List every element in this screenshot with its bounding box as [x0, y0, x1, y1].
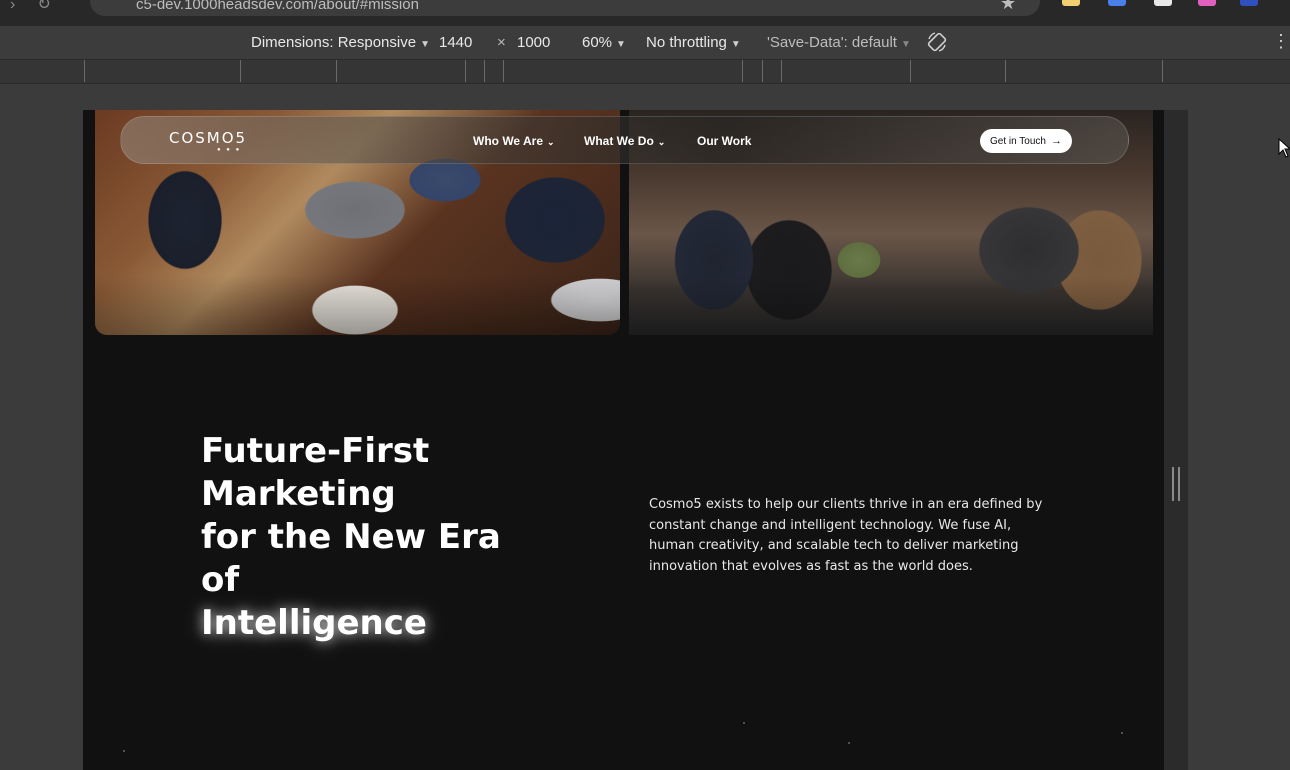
height-input[interactable]: 1000 — [517, 34, 550, 51]
dimensions-dropdown[interactable]: Dimensions: Responsive ▼ — [251, 34, 430, 51]
width-input[interactable]: 1440 — [439, 34, 472, 51]
mouse-cursor-icon — [1278, 138, 1290, 158]
bookmark-star-icon[interactable]: ★ — [1000, 0, 1016, 14]
ruler-tick — [465, 60, 466, 82]
star-dot — [848, 742, 850, 744]
star-dot — [743, 722, 745, 724]
caret-down-icon: ▼ — [900, 39, 911, 50]
url-text[interactable]: c5-dev.1000headsdev.com/about/#mission — [136, 0, 419, 13]
dimensions-label: Dimensions: Responsive — [251, 34, 417, 51]
nav-who-we-are-label: Who We Are — [473, 134, 544, 148]
headline-line: for the New Era — [201, 517, 501, 557]
caret-down-icon: ▼ — [730, 39, 741, 50]
ruler-tick — [240, 60, 241, 82]
logo-dots-icon: ● ● ● — [217, 147, 242, 153]
headline-line: Marketing — [201, 474, 396, 514]
caret-down-icon: ▼ — [420, 39, 430, 50]
star-dot — [123, 750, 125, 752]
nav-who-we-are[interactable]: Who We Are ⌄ — [473, 134, 555, 148]
star-dot — [1121, 732, 1123, 734]
extension-icon[interactable] — [1198, 0, 1216, 6]
ruler-tick — [336, 60, 337, 82]
ruler-tick — [742, 60, 743, 82]
times-icon: × — [497, 34, 506, 51]
device-toolbar: Dimensions: Responsive ▼ 1440 × 1000 60% ▼… — [0, 26, 1290, 60]
ruler-tick — [1162, 60, 1163, 82]
chevron-down-icon: ⌄ — [547, 137, 555, 147]
ruler-tick — [84, 60, 85, 82]
save-data-label: 'Save-Data': default — [767, 34, 897, 51]
throttling-label: No throttling — [646, 34, 727, 51]
hero-body-text: Cosmo5 exists to help our clients thrive… — [649, 497, 1043, 574]
extension-icon[interactable] — [1062, 0, 1080, 6]
throttling-dropdown[interactable]: No throttling ▼ — [646, 34, 741, 51]
ruler-tick — [503, 60, 504, 82]
chevron-down-icon: ⌄ — [657, 137, 666, 147]
extension-icon[interactable] — [1108, 0, 1126, 6]
media-query-ruler[interactable] — [0, 60, 1290, 84]
ruler-tick — [910, 60, 911, 82]
nav-our-work[interactable]: Our Work — [697, 134, 751, 148]
headline-line: of — [201, 560, 240, 600]
headline-emphasis: Intelligence — [201, 603, 427, 643]
profile-icon[interactable] — [1240, 0, 1258, 6]
reload-icon[interactable]: ›↻ — [10, 0, 73, 14]
ruler-tick — [484, 60, 485, 82]
nav-what-we-do[interactable]: What We Do ⌄ — [584, 134, 665, 148]
site-logo[interactable]: COSMO5 — [169, 129, 247, 147]
ruler-tick — [762, 60, 763, 82]
caret-down-icon: ▼ — [616, 39, 626, 50]
site-navbar: COSMO5 ● ● ● Who We Are ⌄ What We Do ⌄ Our… — [120, 116, 1129, 164]
arrow-right-icon: → — [1050, 135, 1062, 147]
browser-top-bar: ›↻ c5-dev.1000headsdev.com/about/#missio… — [0, 0, 1290, 26]
zoom-dropdown[interactable]: 60% ▼ — [582, 34, 626, 51]
rotate-icon[interactable] — [926, 31, 948, 53]
nav-what-we-do-label: What We Do — [584, 134, 654, 148]
extension-icon[interactable] — [1154, 0, 1172, 6]
get-in-touch-button[interactable]: Get in Touch → — [980, 129, 1072, 153]
viewport-side-panel — [1164, 110, 1188, 770]
ruler-tick — [781, 60, 782, 82]
save-data-dropdown[interactable]: 'Save-Data': default ▼ — [767, 34, 911, 51]
get-in-touch-label: Get in Touch — [990, 136, 1046, 147]
headline-line: Future-First — [201, 431, 430, 471]
address-bar[interactable]: c5-dev.1000headsdev.com/about/#mission — [90, 0, 1040, 16]
hero-headline: Future-First Marketing for the New Era o… — [201, 430, 521, 645]
ruler-tick — [1005, 60, 1006, 82]
zoom-label: 60% — [582, 34, 613, 51]
more-options-icon[interactable]: ⋮ — [1272, 32, 1290, 50]
emulated-page: COSMO5 ● ● ● Who We Are ⌄ What We Do ⌄ Our… — [83, 110, 1164, 770]
resize-handle[interactable] — [1172, 467, 1180, 501]
